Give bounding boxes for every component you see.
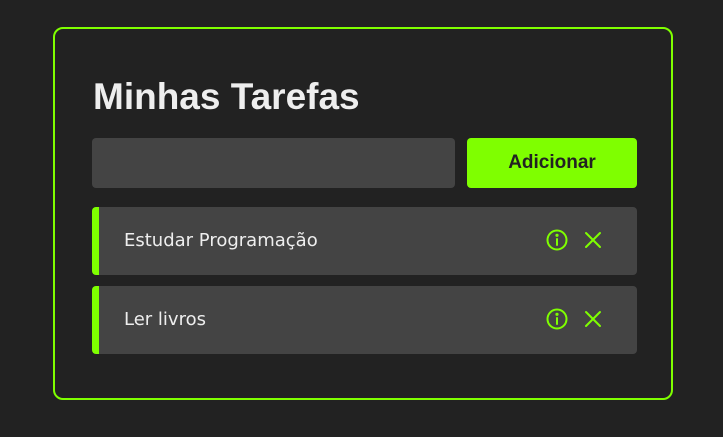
task-input[interactable] (92, 138, 455, 188)
page-title: Minhas Tarefas (93, 76, 360, 117)
task-title[interactable]: Ler livros (124, 286, 206, 354)
close-icon[interactable] (581, 307, 605, 331)
task-item[interactable]: Estudar Programação (92, 207, 637, 275)
close-icon[interactable] (581, 228, 605, 252)
add-task-button[interactable]: Adicionar (467, 138, 637, 188)
info-icon[interactable] (545, 307, 569, 331)
info-icon[interactable] (545, 228, 569, 252)
task-title[interactable]: Estudar Programação (124, 207, 318, 275)
tasks-container: Minhas Tarefas Adicionar Estudar Program… (53, 27, 673, 400)
task-item[interactable]: Ler livros (92, 286, 637, 354)
